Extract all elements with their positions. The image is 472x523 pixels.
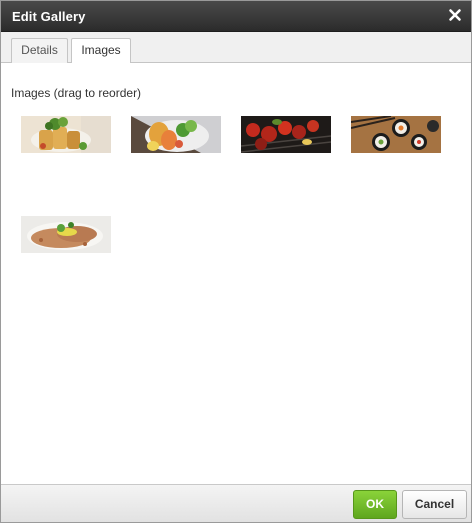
tab-strip: Details Images: [1, 32, 471, 64]
dialog-titlebar[interactable]: Edit Gallery: [1, 1, 471, 32]
tab-details[interactable]: Details: [11, 38, 68, 63]
thumb-skewers-salad[interactable]: [131, 116, 221, 153]
close-icon[interactable]: [447, 7, 463, 23]
ok-button[interactable]: OK: [353, 490, 397, 519]
thumb-grilled-tomato-kebabs[interactable]: [241, 116, 331, 153]
thumb-sushi-rolls[interactable]: [351, 116, 441, 153]
dialog-title: Edit Gallery: [12, 9, 86, 24]
thumb-spring-rolls[interactable]: [21, 116, 111, 153]
edit-gallery-dialog: Edit Gallery Details Images Images (drag…: [0, 0, 472, 523]
cancel-button[interactable]: Cancel: [402, 490, 467, 519]
dialog-footer: OK Cancel: [1, 484, 471, 522]
tab-images[interactable]: Images: [71, 38, 131, 64]
images-section-label: Images (drag to reorder): [11, 86, 142, 100]
images-panel: Images (drag to reorder): [1, 63, 471, 483]
thumb-grilled-fish-lime[interactable]: [21, 216, 111, 253]
